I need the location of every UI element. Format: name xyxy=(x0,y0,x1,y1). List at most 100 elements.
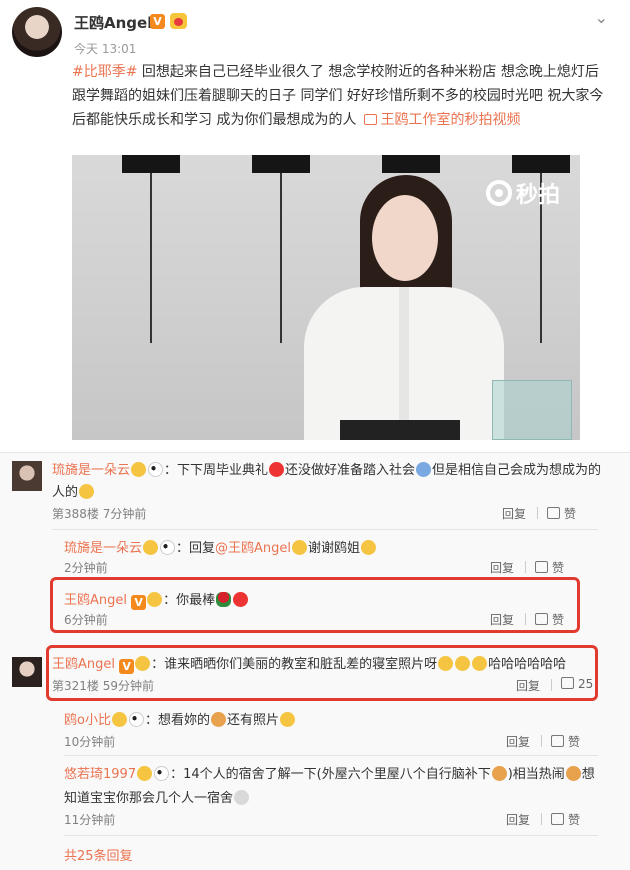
comment-body: 谢谢鸥姐 xyxy=(308,541,361,556)
comment-body: 哈哈哈哈哈哈 xyxy=(488,657,567,672)
subreply-text: 鸥o小比 ：想看妳的 还有照片 xyxy=(64,709,296,728)
rose-emoji-icon xyxy=(216,592,232,607)
member-icon xyxy=(137,766,153,781)
commenter-name[interactable]: 王鸥Angel xyxy=(64,593,127,608)
post-text: #比耶季# 回想起来自己已经毕业很久了 想念学校附近的各种米粉店 想念晚上熄灯后… xyxy=(72,60,608,132)
divider xyxy=(52,529,598,530)
smile-emoji-icon xyxy=(361,540,377,555)
smile-emoji-icon xyxy=(438,656,454,671)
thumbs-up-icon xyxy=(561,677,574,689)
divider xyxy=(541,813,542,825)
comment-meta: 2分钟前 xyxy=(64,561,108,575)
subreply-text: 悠若琦1997 ：14个人的宿舍了解一下(外屋六个里屋八个自行脑补下)相当热闹 想 xyxy=(64,763,595,782)
like-button[interactable]: 赞 xyxy=(551,811,580,828)
like-button[interactable]: 赞 xyxy=(535,559,564,576)
commenter-name[interactable]: 悠若琦1997 xyxy=(64,767,136,782)
member-icon xyxy=(131,462,147,477)
commenter-name[interactable]: 琉旖是一朵云 xyxy=(52,463,130,478)
like-label: 赞 xyxy=(552,561,565,575)
post-username[interactable]: 王鸥Angel xyxy=(74,12,152,33)
thumbs-up-icon xyxy=(551,813,564,825)
cable xyxy=(150,173,152,343)
speaker xyxy=(122,155,180,173)
comment-section: 琉旖是一朵云 ：下下周毕业典礼 还没做好准备踏入社会 但是相信自己会成为想成为的 人的… xyxy=(0,452,630,870)
heart-emoji-icon xyxy=(233,592,249,607)
comment-meta: 第388楼 7分钟前 xyxy=(52,507,147,521)
commenter-name[interactable]: 鸥o小比 xyxy=(64,713,111,728)
like-count: 25 xyxy=(578,677,594,691)
reply-button[interactable]: 回复 xyxy=(502,505,526,522)
speaker xyxy=(382,155,440,173)
avatar[interactable] xyxy=(12,7,62,57)
like-button[interactable]: 赞 xyxy=(551,733,580,750)
like-button[interactable]: 25 xyxy=(561,677,593,691)
like-label: 赞 xyxy=(564,507,577,521)
thumbs-up-icon xyxy=(551,735,564,747)
post-body: 回想起来自己已经毕业很久了 想念学校附近的各种米粉店 想念晚上熄灯后跟学舞蹈的姐… xyxy=(72,64,604,128)
mention-link[interactable]: @王鸥Angel xyxy=(215,541,291,556)
reply-button[interactable]: 回复 xyxy=(506,733,530,750)
like-button[interactable]: 赞 xyxy=(547,505,576,522)
like-label: 赞 xyxy=(568,813,581,827)
heart-emoji-icon xyxy=(269,462,285,477)
total-replies-link[interactable]: 共25条回复 xyxy=(64,845,133,864)
like-label: 赞 xyxy=(552,613,565,627)
dog-emoji-icon xyxy=(491,766,507,781)
person-shirt xyxy=(304,287,504,440)
member-icon xyxy=(143,540,159,555)
miaopai-logo-icon xyxy=(485,180,512,206)
video-watermark: 秒拍 xyxy=(485,177,560,209)
verified-badge-icon: V xyxy=(150,14,165,29)
speaker xyxy=(512,155,570,173)
reply-button[interactable]: 回复 xyxy=(490,559,514,576)
person-emoji-icon xyxy=(416,462,432,477)
weibo-post: 王鸥Angel V ⌄ 今天 13:01 #比耶季# 回想起来自己已经毕业很久了… xyxy=(0,0,630,452)
panda-icon xyxy=(148,462,164,477)
commenter-name[interactable]: 王鸥Angel xyxy=(52,657,115,672)
reply-button[interactable]: 回复 xyxy=(506,811,530,828)
member-icon xyxy=(135,656,151,671)
divider xyxy=(541,735,542,747)
reply-button[interactable]: 回复 xyxy=(516,677,540,694)
comment-body: 知道宝宝你那会几个人一宿舍 xyxy=(64,791,234,806)
panda-icon xyxy=(128,712,144,727)
member-crown-icon xyxy=(170,13,187,29)
dog-emoji-icon xyxy=(210,712,226,727)
divider xyxy=(537,507,538,519)
speaker xyxy=(252,155,310,173)
video-link[interactable]: 王鸥工作室的秒拍视频 xyxy=(380,112,520,128)
divider xyxy=(525,561,526,573)
verified-badge-icon: V xyxy=(131,595,147,610)
topic-link[interactable]: #比耶季# xyxy=(72,64,137,80)
comment-body: )相当热闹 xyxy=(507,767,565,782)
reply-button[interactable]: 回复 xyxy=(490,611,514,628)
like-label: 赞 xyxy=(568,735,581,749)
cable xyxy=(280,173,282,343)
video-player[interactable]: 秒拍 xyxy=(72,155,580,440)
commenter-avatar[interactable] xyxy=(12,461,42,491)
comment-body: 想 xyxy=(581,767,595,782)
divider xyxy=(64,755,598,756)
watermark-text: 秒拍 xyxy=(515,183,560,208)
comment-body: 人的 xyxy=(52,485,79,500)
smile-emoji-icon xyxy=(79,484,95,499)
smile-emoji-icon xyxy=(472,656,488,671)
laugh-emoji-icon xyxy=(280,712,295,727)
member-icon xyxy=(147,592,163,607)
thumbs-up-icon xyxy=(547,507,560,519)
commenter-avatar[interactable] xyxy=(12,657,42,687)
thumbs-up-icon xyxy=(535,561,548,573)
divider xyxy=(525,613,526,625)
subreply-text: 王鸥Angel V ：你最棒 xyxy=(64,589,249,610)
post-time: 今天 13:01 xyxy=(74,42,137,56)
comment-meta: 第321楼 59分钟前 xyxy=(52,679,154,693)
person-skirt xyxy=(340,420,460,440)
comment-meta: 11分钟前 xyxy=(64,813,116,827)
panda-icon xyxy=(160,540,176,555)
comment-body: 但是相信自己会成为想成为的 xyxy=(432,463,602,478)
chevron-down-icon[interactable]: ⌄ xyxy=(595,8,608,27)
commenter-name[interactable]: 琉旖是一朵云 xyxy=(64,541,142,556)
glass-box xyxy=(492,380,572,440)
like-button[interactable]: 赞 xyxy=(535,611,564,628)
comment-meta: 6分钟前 xyxy=(64,613,108,627)
